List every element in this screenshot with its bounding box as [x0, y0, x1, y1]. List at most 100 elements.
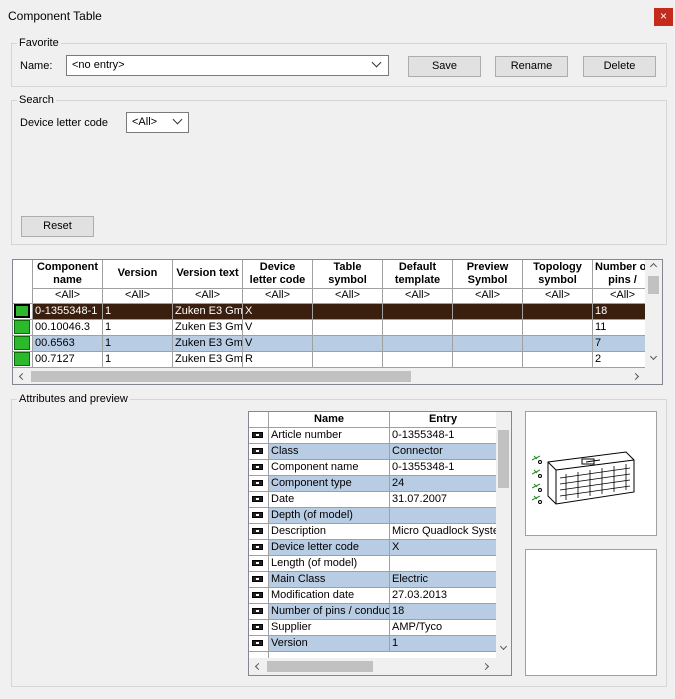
table-cell[interactable]: 00.10046.3	[33, 320, 103, 336]
column-header[interactable]: Version text	[173, 260, 243, 289]
vertical-scroll-thumb[interactable]	[648, 276, 659, 294]
column-filter[interactable]: <All>	[523, 289, 593, 304]
scroll-left-arrow-icon[interactable]	[18, 372, 27, 381]
component-table[interactable]: Component name <All> Version <All> Version te…	[12, 259, 663, 385]
column-header[interactable]: Device letter code	[243, 260, 313, 289]
attribute-icon-cell	[249, 540, 269, 556]
attribute-entry[interactable]	[390, 508, 497, 524]
scroll-down-arrow-icon[interactable]	[499, 642, 508, 651]
table-cell[interactable]: Zuken E3 Gm	[173, 352, 243, 368]
device-letter-label: Device letter code	[20, 117, 109, 129]
table-cell[interactable]: 00.7127	[33, 352, 103, 368]
table-cell[interactable]: X	[243, 304, 313, 320]
table-cell[interactable]	[453, 320, 523, 336]
column-header[interactable]: Table symbol	[313, 260, 383, 289]
table-cell[interactable]: Zuken E3 Gm	[173, 304, 243, 320]
favorite-name-combo[interactable]: <no entry>	[66, 55, 389, 76]
column-filter[interactable]: <All>	[173, 289, 243, 304]
table-cell[interactable]	[453, 352, 523, 368]
attribute-entry[interactable]: X	[390, 540, 497, 556]
table-cell[interactable]: R	[243, 352, 313, 368]
horizontal-scroll-thumb[interactable]	[31, 371, 411, 382]
table-cell[interactable]: 18	[593, 304, 653, 320]
column-header[interactable]: Number of pins /	[593, 260, 653, 289]
attribute-entry[interactable]: 1	[390, 636, 497, 652]
table-cell[interactable]: 11	[593, 320, 653, 336]
table-cell[interactable]	[313, 336, 383, 352]
table-cell[interactable]	[313, 320, 383, 336]
column-header[interactable]: Preview Symbol	[453, 260, 523, 289]
attribute-entry[interactable]: 27.03.2013	[390, 588, 497, 604]
reset-button[interactable]: Reset	[21, 216, 94, 237]
scroll-down-arrow-icon[interactable]	[649, 352, 658, 361]
column-filter[interactable]: <All>	[593, 289, 653, 304]
table-horizontal-scrollbar[interactable]	[13, 368, 662, 384]
attributes-horizontal-scrollbar[interactable]	[249, 658, 511, 675]
column-filter[interactable]: <All>	[383, 289, 453, 304]
attributes-table[interactable]: Name Entry Article number 0-1355348-1 Class C…	[248, 411, 512, 676]
table-cell[interactable]: 0-1355348-1	[33, 304, 103, 320]
delete-button[interactable]: Delete	[583, 56, 656, 77]
vertical-scroll-thumb[interactable]	[498, 430, 509, 488]
save-button[interactable]: Save	[408, 56, 481, 77]
attributes-vertical-scrollbar[interactable]	[496, 412, 511, 658]
table-cell[interactable]: 1	[103, 304, 173, 320]
table-cell[interactable]: Zuken E3 Gm	[173, 336, 243, 352]
scroll-right-arrow-icon[interactable]	[481, 662, 490, 671]
table-cell[interactable]: Zuken E3 Gm	[173, 320, 243, 336]
attribute-name: Depth (of model)	[269, 508, 390, 524]
rename-button[interactable]: Rename	[495, 56, 568, 77]
table-cell[interactable]	[383, 320, 453, 336]
table-cell[interactable]: 7	[593, 336, 653, 352]
table-cell[interactable]: 1	[103, 352, 173, 368]
table-cell[interactable]: 1	[103, 336, 173, 352]
scroll-up-arrow-icon[interactable]	[649, 262, 658, 271]
attribute-entry[interactable]: Micro Quadlock Syste	[390, 524, 497, 540]
table-cell[interactable]	[313, 304, 383, 320]
table-cell[interactable]: V	[243, 336, 313, 352]
table-cell[interactable]: 1	[103, 320, 173, 336]
column-filter[interactable]: <All>	[33, 289, 103, 304]
attributes-entry-header[interactable]: Entry	[390, 412, 497, 428]
column-filter[interactable]: <All>	[243, 289, 313, 304]
attribute-entry[interactable]: 18	[390, 604, 497, 620]
table-cell[interactable]	[523, 320, 593, 336]
column-header[interactable]: Component name	[33, 260, 103, 289]
table-cell[interactable]	[383, 352, 453, 368]
scroll-right-arrow-icon[interactable]	[631, 372, 640, 381]
column-header[interactable]: Topology symbol	[523, 260, 593, 289]
device-letter-combo[interactable]: <All>	[126, 112, 189, 133]
table-cell[interactable]	[383, 304, 453, 320]
attribute-icon-cell	[249, 508, 269, 524]
table-cell[interactable]	[523, 352, 593, 368]
table-cell[interactable]	[453, 336, 523, 352]
table-vertical-scrollbar[interactable]	[645, 260, 662, 368]
table-cell[interactable]: V	[243, 320, 313, 336]
scroll-left-arrow-icon[interactable]	[254, 662, 263, 671]
attributes-name-header[interactable]: Name	[269, 412, 390, 428]
row-status-cell	[13, 336, 33, 352]
table-cell[interactable]	[453, 304, 523, 320]
column-header-line2: pins /	[608, 274, 637, 286]
attribute-entry[interactable]: Electric	[390, 572, 497, 588]
close-button[interactable]: ×	[654, 8, 673, 26]
table-cell[interactable]	[313, 352, 383, 368]
attribute-entry[interactable]: 0-1355348-1	[390, 428, 497, 444]
table-cell[interactable]	[383, 336, 453, 352]
horizontal-scroll-thumb[interactable]	[267, 661, 373, 672]
column-header[interactable]: Version	[103, 260, 173, 289]
attribute-entry[interactable]: 31.07.2007	[390, 492, 497, 508]
attribute-entry[interactable]: Connector	[390, 444, 497, 460]
attribute-entry[interactable]: AMP/Tyco	[390, 620, 497, 636]
column-filter[interactable]: <All>	[453, 289, 523, 304]
attribute-entry[interactable]: 0-1355348-1	[390, 460, 497, 476]
attribute-entry[interactable]: 24	[390, 476, 497, 492]
attribute-entry[interactable]	[390, 556, 497, 572]
column-header[interactable]: Default template	[383, 260, 453, 289]
table-cell[interactable]	[523, 304, 593, 320]
column-filter[interactable]: <All>	[103, 289, 173, 304]
column-filter[interactable]: <All>	[313, 289, 383, 304]
table-cell[interactable]: 00.6563	[33, 336, 103, 352]
table-cell[interactable]	[523, 336, 593, 352]
table-cell[interactable]: 2	[593, 352, 653, 368]
